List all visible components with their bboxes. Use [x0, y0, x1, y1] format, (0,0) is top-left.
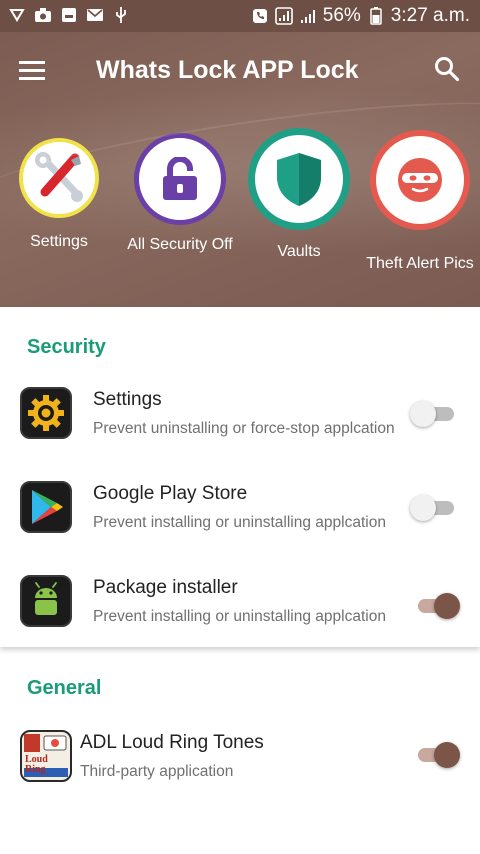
shortcut-settings-circle [19, 138, 99, 218]
general-section: General Loud Ring ADL Loud Ring Tones Th… [0, 660, 480, 854]
app-name: Google Play Store [93, 483, 248, 504]
status-bar: 56% 3:27 a.m. [0, 0, 480, 32]
adl-ringtones-app-icon: Loud Ring [20, 730, 72, 782]
battery-percent: 56% [322, 5, 361, 26]
battery-icon [367, 7, 385, 25]
app-name: ADL Loud Ring Tones [80, 732, 264, 753]
section-title-general: General [27, 677, 102, 699]
app-row-adl-loud-ring-tones[interactable]: Loud Ring ADL Loud Ring Tones Third-part… [0, 730, 480, 816]
shortcut-label: Settings [30, 233, 88, 250]
settings-app-icon [20, 387, 72, 439]
thief-icon [398, 158, 442, 202]
toggle-thumb [410, 495, 436, 521]
adl-icon-text: Loud Ring [25, 754, 48, 775]
camera-icon [34, 6, 52, 24]
app-row-package-installer[interactable]: Package installer Prevent installing or … [0, 575, 480, 661]
shortcut-security-circle [134, 133, 226, 225]
notification-check-icon [8, 6, 26, 24]
app-header: 56% 3:27 a.m. Whats Lock APP Lock Settin… [0, 0, 480, 307]
clock: 3:27 a.m. [390, 5, 470, 26]
unlock-icon [163, 157, 197, 200]
search-button[interactable] [430, 52, 464, 86]
toggle-thumb [434, 593, 460, 619]
lock-toggle-settings[interactable] [410, 401, 454, 427]
toggle-thumb [434, 742, 460, 768]
app-name: Settings [93, 389, 162, 410]
app-description: Prevent installing or uninstalling applc… [93, 514, 386, 531]
usb-icon [112, 6, 130, 24]
tools-icon [35, 152, 83, 202]
app-description: Prevent uninstalling or force-stop applc… [93, 420, 395, 437]
shortcut-vaults[interactable]: Vaults [244, 128, 354, 261]
signal-box-icon [274, 7, 293, 25]
app-description: Third-party application [80, 763, 234, 780]
shortcut-vaults-circle [248, 128, 350, 230]
app-row-google-play-store[interactable]: Google Play Store Prevent installing or … [0, 481, 480, 567]
hamburger-menu-icon [19, 61, 45, 80]
phone-call-icon [251, 7, 269, 25]
menu-button[interactable] [14, 52, 50, 88]
toggle-thumb [410, 401, 436, 427]
shortcut-all-security-off[interactable]: All Security Off [125, 133, 235, 254]
shortcut-label: Vaults [277, 243, 321, 260]
shortcut-theft-circle [370, 130, 470, 230]
cell-signal-icon [299, 7, 317, 25]
lock-toggle-adl-loud-ring-tones[interactable] [418, 742, 460, 768]
section-title-security: Security [27, 336, 106, 358]
image-icon [60, 6, 78, 24]
package-installer-app-icon [20, 575, 72, 627]
shortcut-label: All Security Off [127, 236, 233, 253]
play-store-app-icon [20, 481, 72, 533]
app-row-settings[interactable]: Settings Prevent uninstalling or force-s… [0, 387, 480, 473]
lock-toggle-package-installer[interactable] [418, 593, 460, 619]
security-section: Security Settings Prevent uninstalling o… [0, 307, 480, 647]
app-name: Package installer [93, 577, 238, 598]
shield-icon [277, 153, 321, 206]
app-title: Whats Lock APP Lock [96, 56, 359, 84]
shortcut-settings[interactable]: Settings [4, 138, 114, 251]
shortcut-label: Theft Alert Pics [366, 255, 474, 272]
shortcut-theft-alert-pics[interactable]: Theft Alert Pics [365, 130, 475, 273]
lock-toggle-google-play-store[interactable] [410, 495, 454, 521]
search-icon [435, 57, 460, 82]
mail-icon [86, 6, 104, 24]
toolbar: Whats Lock APP Lock [0, 40, 480, 100]
app-description: Prevent installing or uninstalling applc… [93, 608, 386, 625]
